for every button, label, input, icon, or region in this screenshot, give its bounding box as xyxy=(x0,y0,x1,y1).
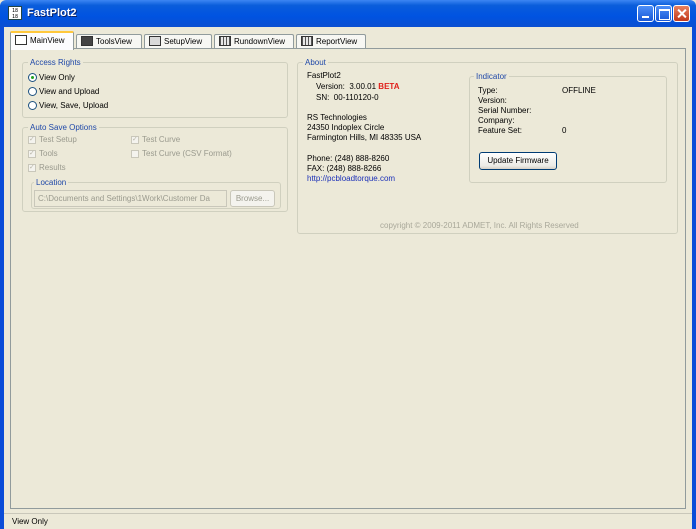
tab-label: ReportView xyxy=(316,37,358,46)
indicator-type-label: Type: xyxy=(478,86,498,95)
window-frame-right xyxy=(692,27,696,529)
status-bar: View Only xyxy=(4,513,692,529)
checkbox-label: Test Setup xyxy=(39,135,77,144)
checkbox-label: Test Curve xyxy=(142,135,181,144)
sn-label: SN: xyxy=(316,93,330,102)
indicator-feature-label: Feature Set: xyxy=(478,126,523,135)
checkbox-icon xyxy=(131,135,139,145)
tab-setupview[interactable]: SetupView xyxy=(144,34,212,49)
tools-icon xyxy=(81,36,93,46)
indicator-version-label: Version: xyxy=(478,96,507,105)
setup-icon xyxy=(149,36,161,46)
about-address1: 24350 Indoplex Circle xyxy=(307,123,385,132)
indicator-company-label: Company: xyxy=(478,116,515,125)
radio-label: View, Save, Upload xyxy=(39,101,109,110)
radio-view-only[interactable]: View Only xyxy=(28,73,75,83)
app-icon xyxy=(15,35,27,45)
checkbox-icon xyxy=(131,150,139,158)
radio-view-save-upload[interactable]: View, Save, Upload xyxy=(28,101,108,111)
location-path-input[interactable]: C:\Documents and Settings\1Work\Customer… xyxy=(34,190,227,207)
report-icon xyxy=(301,36,313,46)
about-phone: Phone: (248) 888-8260 xyxy=(307,154,390,163)
about-app-name: FastPlot2 xyxy=(307,71,341,80)
radio-icon xyxy=(28,87,37,96)
minimize-button[interactable] xyxy=(637,5,654,22)
about-sn: SN: 00-110120-0 xyxy=(316,93,379,103)
tab-label: RundownView xyxy=(234,37,285,46)
checkbox-icon xyxy=(28,163,36,173)
radio-label: View Only xyxy=(39,73,75,82)
tab-label: MainView xyxy=(30,36,65,45)
window-frame-left xyxy=(0,27,4,529)
version-number: 3.00.01 xyxy=(349,82,377,91)
about-title: About xyxy=(303,58,328,67)
checkbox-results[interactable]: Results xyxy=(28,163,66,173)
indicator-type-value: OFFLINE xyxy=(562,86,596,95)
radio-view-and-upload[interactable]: View and Upload xyxy=(28,87,99,97)
indicator-feature-value: 0 xyxy=(562,126,567,135)
tab-rundownview[interactable]: RundownView xyxy=(214,34,294,49)
close-button[interactable] xyxy=(673,5,690,22)
tab-toolsview[interactable]: ToolsView xyxy=(76,34,142,49)
version-tag: BETA xyxy=(378,82,400,91)
tab-label: ToolsView xyxy=(96,37,132,46)
tab-reportview[interactable]: ReportView xyxy=(296,34,366,49)
about-fax: FAX: (248) 888-8266 xyxy=(307,164,382,173)
auto-save-title: Auto Save Options xyxy=(28,123,99,132)
app-icon[interactable]: 18 18 xyxy=(8,6,22,20)
about-website-link[interactable]: http://pcbloadtorque.com xyxy=(307,174,395,184)
update-firmware-button[interactable]: Update Firmware xyxy=(479,152,557,170)
indicator-serial-label: Serial Number: xyxy=(478,106,532,115)
checkbox-label: Results xyxy=(39,163,66,172)
checkbox-test-curve-csv[interactable]: Test Curve (CSV Format) xyxy=(131,149,232,159)
version-label: Version: xyxy=(316,82,345,91)
about-company: RS Technologies xyxy=(307,113,367,122)
about-address2: Farmington Hills, MI 48335 USA xyxy=(307,133,422,142)
maximize-button[interactable] xyxy=(655,5,672,22)
about-version: Version: 3.00.01 BETA xyxy=(316,82,399,92)
sn-value: 00-110120-0 xyxy=(333,93,379,102)
checkbox-test-curve[interactable]: Test Curve xyxy=(131,135,180,145)
radio-selected-icon xyxy=(28,73,37,82)
rundown-icon xyxy=(219,36,231,46)
checkbox-test-setup[interactable]: Test Setup xyxy=(28,135,77,145)
indicator-title: Indicator xyxy=(474,72,509,81)
checkbox-tools[interactable]: Tools xyxy=(28,149,58,159)
tab-label: SetupView xyxy=(164,37,203,46)
access-rights-title: Access Rights xyxy=(28,58,83,67)
checkbox-label: Test Curve (CSV Format) xyxy=(142,149,232,158)
checkbox-label: Tools xyxy=(39,149,58,158)
location-title: Location xyxy=(34,178,69,187)
radio-icon xyxy=(28,101,37,110)
radio-label: View and Upload xyxy=(39,87,100,96)
tab-mainview[interactable]: MainView xyxy=(10,31,74,50)
title-bar[interactable]: 18 18 FastPlot2 xyxy=(0,0,696,27)
browse-button[interactable]: Browse... xyxy=(230,190,275,207)
status-text: View Only xyxy=(12,517,48,526)
checkbox-icon xyxy=(28,149,36,159)
copyright-text: copyright © 2009-2011 ADMET, Inc. All Ri… xyxy=(380,221,579,230)
checkbox-icon xyxy=(28,135,36,145)
window-title: FastPlot2 xyxy=(27,7,77,19)
